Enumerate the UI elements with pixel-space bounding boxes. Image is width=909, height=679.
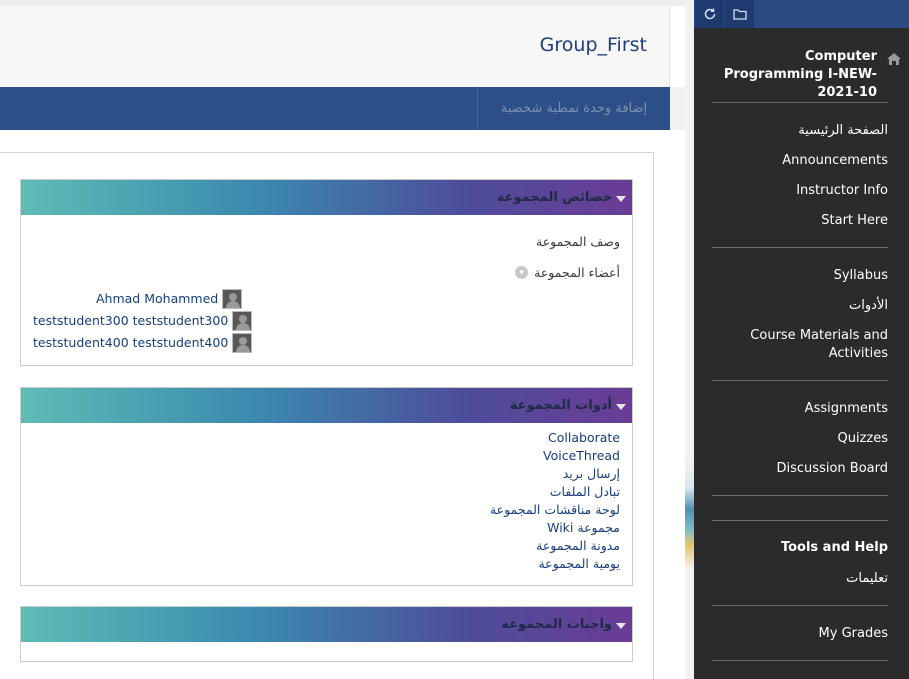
menu-item-quizzes[interactable]: Quizzes [718, 430, 888, 448]
menu-item-home-page[interactable]: الصفحة الرئيسية [718, 122, 888, 140]
add-personal-module-button[interactable]: إضافة وحدة نمطية شخصية [477, 87, 670, 130]
divider [712, 380, 888, 381]
tool-link-collaborate[interactable]: Collaborate [548, 430, 620, 445]
menu-item-course-materials[interactable]: Course Materials and Activities [748, 327, 888, 363]
module-title: أدوات المجموعة [509, 398, 612, 413]
collapse-toggle-icon[interactable] [616, 403, 626, 410]
member-item: teststudent300 teststudent300 [33, 310, 253, 331]
chevron-down-icon[interactable]: ▾ [515, 266, 529, 279]
sidebar-edge [685, 0, 694, 679]
tool-link-send-email[interactable]: إرسال بريد [563, 466, 620, 481]
module-title: واجبات المجموعة [501, 617, 612, 632]
menu-item-tools[interactable]: الأدوات [718, 297, 888, 315]
tool-link-file-exchange[interactable]: تبادل الملفات [550, 484, 620, 499]
collapse-toggle-icon[interactable] [616, 622, 626, 629]
background-decoration [685, 460, 694, 600]
tool-link-voicethread[interactable]: VoiceThread [543, 448, 620, 463]
tool-link-journal[interactable]: يومية المجموعة [538, 556, 620, 571]
module-header: واجبات المجموعة [21, 607, 632, 642]
title-bar: Group_First [0, 6, 670, 87]
member-name-link[interactable]: teststudent300 teststudent300 [33, 313, 228, 328]
avatar [232, 332, 253, 353]
tool-link-wiki[interactable]: مجموعة Wiki [547, 520, 620, 535]
tool-link-blog[interactable]: مدونة المجموعة [536, 538, 620, 553]
member-item: teststudent400 teststudent400 [33, 332, 253, 353]
divider [712, 102, 888, 103]
divider [712, 495, 888, 496]
main-content: Group_First إضافة وحدة نمطية شخصية خصائص… [0, 0, 685, 679]
course-title[interactable]: Computer Programming I-NEW-2021-10 [702, 48, 877, 102]
action-bar: إضافة وحدة نمطية شخصية [0, 87, 670, 130]
menu-item-syllabus[interactable]: Syllabus [718, 267, 888, 285]
members-heading: أعضاء المجموعة ▾ [515, 265, 620, 280]
divider [712, 247, 888, 248]
module-header: خصائص المجموعة [21, 180, 632, 215]
refresh-icon [704, 8, 715, 20]
avatar [222, 288, 243, 309]
menu-item-instructor-info[interactable]: Instructor Info [718, 182, 888, 200]
divider [712, 605, 888, 606]
module-header: أدوات المجموعة [21, 388, 632, 423]
member-name-link[interactable]: teststudent400 teststudent400 [33, 335, 228, 350]
menu-item-help[interactable]: تعليمات [718, 570, 888, 588]
members-label: أعضاء المجموعة [534, 265, 620, 280]
folder-view-button[interactable] [725, 0, 754, 28]
collapse-toggle-icon[interactable] [616, 195, 626, 202]
menu-item-start-here[interactable]: Start Here [718, 212, 888, 230]
divider [712, 520, 888, 521]
module-body: وصف المجموعة أعضاء المجموعة ▾ Ahmad Moha… [21, 215, 632, 365]
group-description-label: وصف المجموعة [536, 234, 620, 249]
refresh-button[interactable] [695, 0, 724, 28]
module-body [21, 642, 632, 661]
group-properties-module: خصائص المجموعة وصف المجموعة أعضاء المجمو… [20, 179, 633, 366]
tool-link-discussion-board[interactable]: لوحة مناقشات المجموعة [490, 502, 620, 517]
avatar [232, 310, 253, 331]
member-name-link[interactable]: Ahmad Mohammed [96, 291, 218, 306]
menu-item-discussion-board[interactable]: Discussion Board [718, 460, 888, 478]
page-title: Group_First [539, 34, 647, 56]
folder-icon [732, 9, 747, 20]
group-assignments-module: واجبات المجموعة [20, 606, 633, 662]
tools-and-help-heading: Tools and Help [780, 540, 888, 555]
menu-item-assignments[interactable]: Assignments [718, 400, 888, 418]
bar-gap [670, 87, 685, 130]
group-tools-module: أدوات المجموعة Collaborate VoiceThread إ… [20, 387, 633, 586]
home-icon[interactable] [886, 51, 902, 70]
divider [712, 660, 888, 661]
course-menu-sidebar: Computer Programming I-NEW-2021-10 الصفح… [694, 0, 909, 679]
sidebar-toolbar [694, 0, 909, 28]
member-item: Ahmad Mohammed [96, 288, 243, 309]
module-body: Collaborate VoiceThread إرسال بريد تبادل… [21, 423, 632, 585]
menu-item-my-grades[interactable]: My Grades [718, 625, 888, 643]
module-title: خصائص المجموعة [496, 190, 612, 205]
menu-item-announcements[interactable]: Announcements [718, 152, 888, 170]
